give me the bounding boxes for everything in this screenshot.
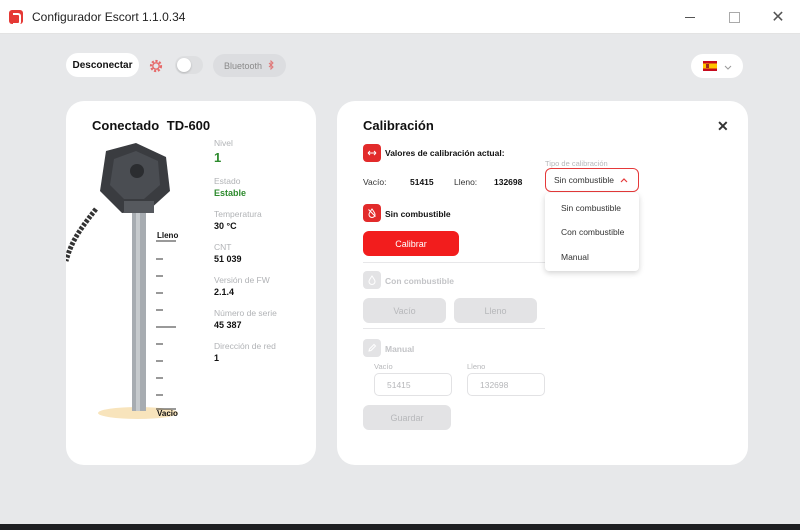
bluetooth-label: Bluetooth [223, 60, 263, 71]
chevron-down-icon [724, 57, 732, 75]
save-button[interactable]: Guardar [363, 405, 451, 430]
current-values-title: Valores de calibración actual: [385, 148, 505, 158]
no-fuel-title: Sin combustible [385, 209, 451, 219]
menu-item-manual[interactable]: Manual [561, 252, 589, 262]
close-icon[interactable]: ✕ [717, 118, 729, 135]
calibration-type-select[interactable]: Sin combustible [545, 168, 639, 192]
disconnect-button[interactable]: Desconectar [66, 53, 139, 77]
temperature-value: 30 °C [214, 221, 237, 231]
window-title: Configurador Escort 1.1.0.34 [32, 9, 186, 24]
divider [363, 328, 545, 329]
manual-empty-input[interactable]: 51415 [374, 373, 452, 396]
cnt-label: CNT [214, 242, 232, 252]
manual-title: Manual [385, 344, 415, 354]
status-value: Estable [214, 188, 247, 198]
device-model: TD-600 [166, 118, 211, 133]
manual-full-label: Lleno [467, 362, 486, 371]
minimize-button[interactable] [668, 0, 712, 34]
app-logo-icon [9, 9, 23, 25]
level-value: 1 [214, 150, 222, 165]
current-empty-value: 51415 [410, 177, 434, 187]
current-full-value: 132698 [494, 177, 523, 187]
fuel-icon [363, 271, 381, 289]
menu-item-with-fuel[interactable]: Con combustible [561, 227, 624, 237]
cnt-value: 51 039 [214, 254, 242, 264]
calibration-type-value: Sin combustible [554, 175, 615, 185]
network-address-value: 1 [214, 353, 220, 363]
fw-info: Versión de FW 2.1.4 [214, 275, 270, 297]
level-label: Nivel [214, 138, 233, 148]
chevron-up-icon [620, 175, 628, 185]
taskbar [0, 524, 800, 530]
fw-label: Versión de FW [214, 275, 270, 285]
connection-title: Conectado TD-600 [92, 118, 210, 133]
temperature-label: Temperatura [214, 209, 262, 219]
serial-info: Número de serie 45 387 [214, 308, 277, 330]
bluetooth-icon [268, 59, 275, 72]
full-tick-label: Lleno [157, 231, 179, 240]
menu-item-no-fuel[interactable]: Sin combustible [561, 203, 621, 213]
range-icon [363, 144, 381, 162]
network-address-info: Dirección de red 1 [214, 341, 276, 363]
status-label: Estado [214, 176, 241, 186]
spain-flag-icon [702, 61, 717, 71]
calibration-title: Calibración [363, 118, 434, 133]
empty-tick-label: Vacio [157, 409, 178, 418]
divider [363, 262, 545, 263]
calibration-type-menu: Sin combustible Con combustible Manual [545, 193, 639, 271]
fuel-full-button[interactable]: Lleno [454, 298, 537, 323]
manual-empty-label: Vacío [374, 362, 393, 371]
serial-value: 45 387 [214, 320, 242, 330]
maximize-button[interactable] [712, 0, 756, 34]
no-fuel-icon [363, 204, 381, 222]
device-card: Conectado TD-600 Lleno Vacio Nivel 1 Est… [66, 101, 316, 465]
calibrate-button[interactable]: Calibrar [363, 231, 459, 256]
temperature-info: Temperatura 30 °C [214, 209, 262, 231]
network-address-label: Dirección de red [214, 341, 276, 351]
calibration-type-label: Tipo de calibración [545, 159, 608, 168]
fuel-empty-button[interactable]: Vacío [363, 298, 446, 323]
language-select[interactable] [691, 54, 743, 78]
manual-full-input[interactable]: 132698 [467, 373, 545, 396]
current-empty-label: Vacío: [363, 177, 387, 187]
level-info: Nivel 1 [214, 138, 233, 165]
calibration-card: Calibración ✕ Valores de calibración act… [337, 101, 748, 465]
current-full-label: Lleno: [454, 177, 478, 187]
gear-icon[interactable] [144, 54, 168, 78]
pencil-icon [363, 339, 381, 357]
cnt-info: CNT 51 039 [214, 242, 242, 264]
bluetooth-button[interactable]: Bluetooth [213, 54, 286, 77]
connection-toggle[interactable] [175, 56, 203, 74]
with-fuel-title: Con combustible [385, 276, 454, 286]
serial-label: Número de serie [214, 308, 277, 318]
fw-value: 2.1.4 [214, 287, 235, 297]
window-controls: ✕ [668, 0, 800, 34]
sensor-illustration [66, 143, 178, 419]
connection-status: Conectado [92, 118, 160, 133]
close-window-button[interactable]: ✕ [756, 0, 800, 34]
status-info: Estado Estable [214, 176, 246, 198]
title-bar: Configurador Escort 1.1.0.34 ✕ [0, 0, 800, 34]
